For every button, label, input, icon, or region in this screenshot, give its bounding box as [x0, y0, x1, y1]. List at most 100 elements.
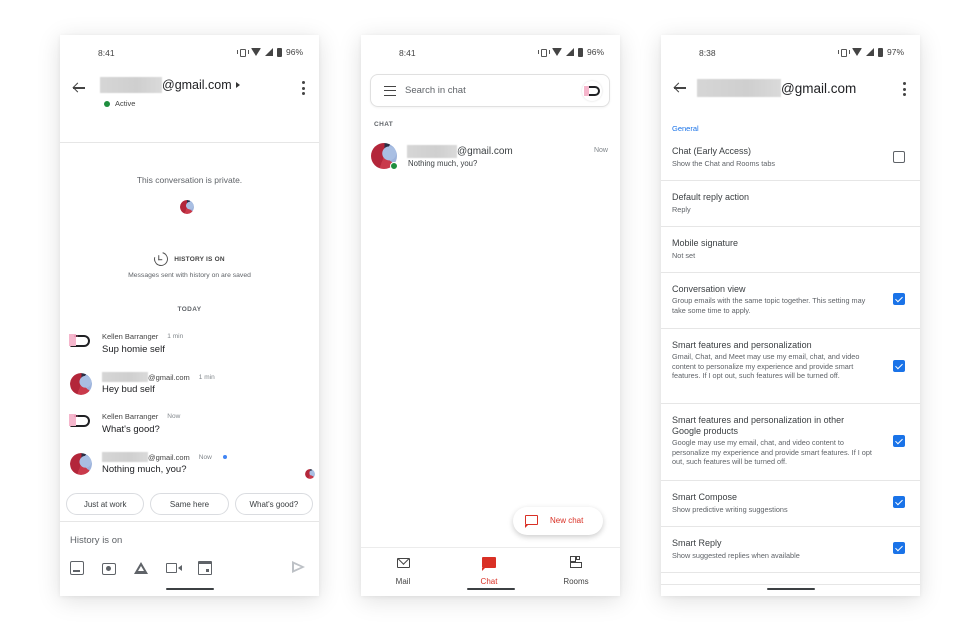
- online-dot-icon: [390, 162, 398, 170]
- wifi-icon: [551, 48, 562, 56]
- smart-reply-chip[interactable]: What's good?: [234, 493, 313, 515]
- setting-checkbox[interactable]: [893, 293, 905, 305]
- setting-smart-features-other-products[interactable]: Smart features and personalization in ot…: [661, 404, 920, 481]
- history-subtitle: Messages sent with history on are saved: [128, 272, 251, 279]
- account-settings-screen: 8:38 97% @gmail.com General Chat (Early …: [661, 35, 920, 596]
- drive-icon[interactable]: [134, 562, 148, 574]
- setting-description: Show predictive writing suggestions: [672, 505, 788, 514]
- home-indicator[interactable]: [165, 588, 214, 590]
- setting-title: Smart features and personalization in ot…: [672, 415, 845, 436]
- setting-checkbox[interactable]: [893, 542, 905, 554]
- battery-level: 97%: [886, 47, 904, 57]
- person-avatar: [70, 453, 92, 475]
- message-text: What's good?: [102, 424, 160, 435]
- message-input[interactable]: History is on: [70, 535, 122, 546]
- conversation-title[interactable]: @gmail.com: [100, 77, 240, 93]
- back-arrow-icon[interactable]: [673, 81, 687, 95]
- more-options-icon[interactable]: [903, 82, 906, 96]
- message: @gmail.com 1 min Hey bud self: [60, 372, 319, 408]
- back-arrow-icon[interactable]: [72, 81, 86, 95]
- mail-icon: [396, 558, 410, 568]
- setting-default-reply-action[interactable]: Default reply action Reply: [661, 181, 920, 227]
- setting-smart-features[interactable]: Smart features and personalization Gmail…: [661, 329, 920, 404]
- home-indicator[interactable]: [466, 588, 515, 590]
- account-avatar[interactable]: [582, 81, 602, 101]
- redacted-username: [407, 145, 457, 158]
- setting-chat-early-access[interactable]: Chat (Early Access) Show the Chat and Ro…: [661, 139, 920, 181]
- online-dot-icon: [104, 100, 110, 107]
- compose-area: History is on: [60, 521, 319, 596]
- nav-tab-rooms[interactable]: Rooms: [546, 555, 606, 586]
- conversation-list-item[interactable]: @gmail.com Nothing much, you? Now: [361, 140, 620, 174]
- conversation-header: @gmail.com Active: [60, 71, 319, 143]
- status-time: 8:41: [98, 48, 115, 58]
- battery-level: 96%: [285, 47, 303, 57]
- nav-tab-chat[interactable]: Chat: [459, 555, 519, 586]
- bot-avatar: [69, 334, 90, 349]
- signal-icon: [865, 48, 874, 56]
- smart-replies: Just at work Same here What's good?: [66, 493, 313, 515]
- email-domain: @gmail.com: [162, 78, 232, 92]
- search-bar[interactable]: Search in chat: [370, 74, 610, 107]
- redacted-username: [697, 79, 781, 97]
- camera-icon[interactable]: [102, 563, 116, 575]
- conversation-name: @gmail.com: [457, 146, 513, 157]
- setting-title: Smart features and personalization: [672, 340, 812, 350]
- caret-right-icon: [235, 82, 240, 88]
- history-status: HISTORY IS ON: [60, 249, 319, 269]
- battery-icon: [877, 47, 883, 57]
- sender-name: Kellen Barranger: [102, 332, 159, 341]
- calendar-icon[interactable]: [198, 561, 212, 575]
- home-indicator[interactable]: [766, 588, 815, 590]
- status-time: 8:38: [699, 48, 716, 58]
- message-time: Now: [167, 413, 181, 420]
- setting-smart-reply[interactable]: Smart Reply Show suggested replies when …: [661, 527, 920, 573]
- search-input[interactable]: Search in chat: [405, 85, 466, 96]
- rooms-icon: [570, 556, 582, 568]
- setting-title: Chat (Early Access): [672, 146, 752, 156]
- setting-title: Conversation view: [672, 284, 746, 294]
- setting-checkbox[interactable]: [893, 435, 905, 447]
- redacted-username: [102, 452, 148, 462]
- setting-conversation-view[interactable]: Conversation view Group emails with the …: [661, 273, 920, 329]
- section-heading-general: General: [672, 124, 699, 133]
- battery-icon: [276, 47, 282, 57]
- nav-label: Chat: [480, 577, 498, 586]
- setting-checkbox[interactable]: [893, 360, 905, 372]
- menu-icon[interactable]: [384, 86, 396, 96]
- setting-row-partial: [661, 573, 920, 585]
- redacted-username: [102, 372, 148, 382]
- setting-checkbox[interactable]: [893, 496, 905, 508]
- smart-reply-chip[interactable]: Same here: [150, 493, 229, 515]
- presence-label: Active: [115, 99, 136, 108]
- setting-checkbox[interactable]: [893, 151, 905, 163]
- more-options-icon[interactable]: [302, 81, 305, 95]
- battery-icon: [577, 47, 583, 57]
- message: Kellen Barranger Now What's good?: [60, 412, 319, 448]
- nav-tab-mail[interactable]: Mail: [373, 555, 433, 586]
- chat-icon: [482, 557, 496, 571]
- setting-value: Reply: [672, 205, 691, 214]
- vibrate-icon: [236, 48, 249, 57]
- setting-smart-compose[interactable]: Smart Compose Show predictive writing su…: [661, 481, 920, 527]
- person-avatar: [70, 373, 92, 395]
- smart-reply-chip[interactable]: Just at work: [66, 493, 145, 515]
- chat-bubble-icon: [524, 515, 538, 528]
- chat-list-screen: 8:41 96% Search in chat CHAT @gmail.com …: [361, 35, 620, 596]
- status-time: 8:41: [399, 48, 416, 58]
- status-bar: 8:41 96%: [60, 35, 319, 71]
- setting-mobile-signature[interactable]: Mobile signature Not set: [661, 227, 920, 273]
- read-receipt-avatar: [305, 469, 315, 479]
- status-bar: 8:38 97%: [661, 35, 920, 71]
- sender-name: @gmail.com: [148, 372, 190, 382]
- setting-description: Gmail, Chat, and Meet may use my email, …: [672, 352, 860, 381]
- new-chat-button[interactable]: New chat: [513, 507, 603, 535]
- message-time: Now: [198, 453, 212, 461]
- message-time: 1 min: [167, 333, 184, 340]
- message-text: Sup homie self: [102, 344, 165, 355]
- video-icon[interactable]: [166, 563, 182, 573]
- image-icon[interactable]: [70, 561, 84, 575]
- sender-name: @gmail.com: [148, 452, 190, 462]
- send-icon[interactable]: [292, 561, 305, 573]
- message: Kellen Barranger 1 min Sup homie self: [60, 332, 319, 368]
